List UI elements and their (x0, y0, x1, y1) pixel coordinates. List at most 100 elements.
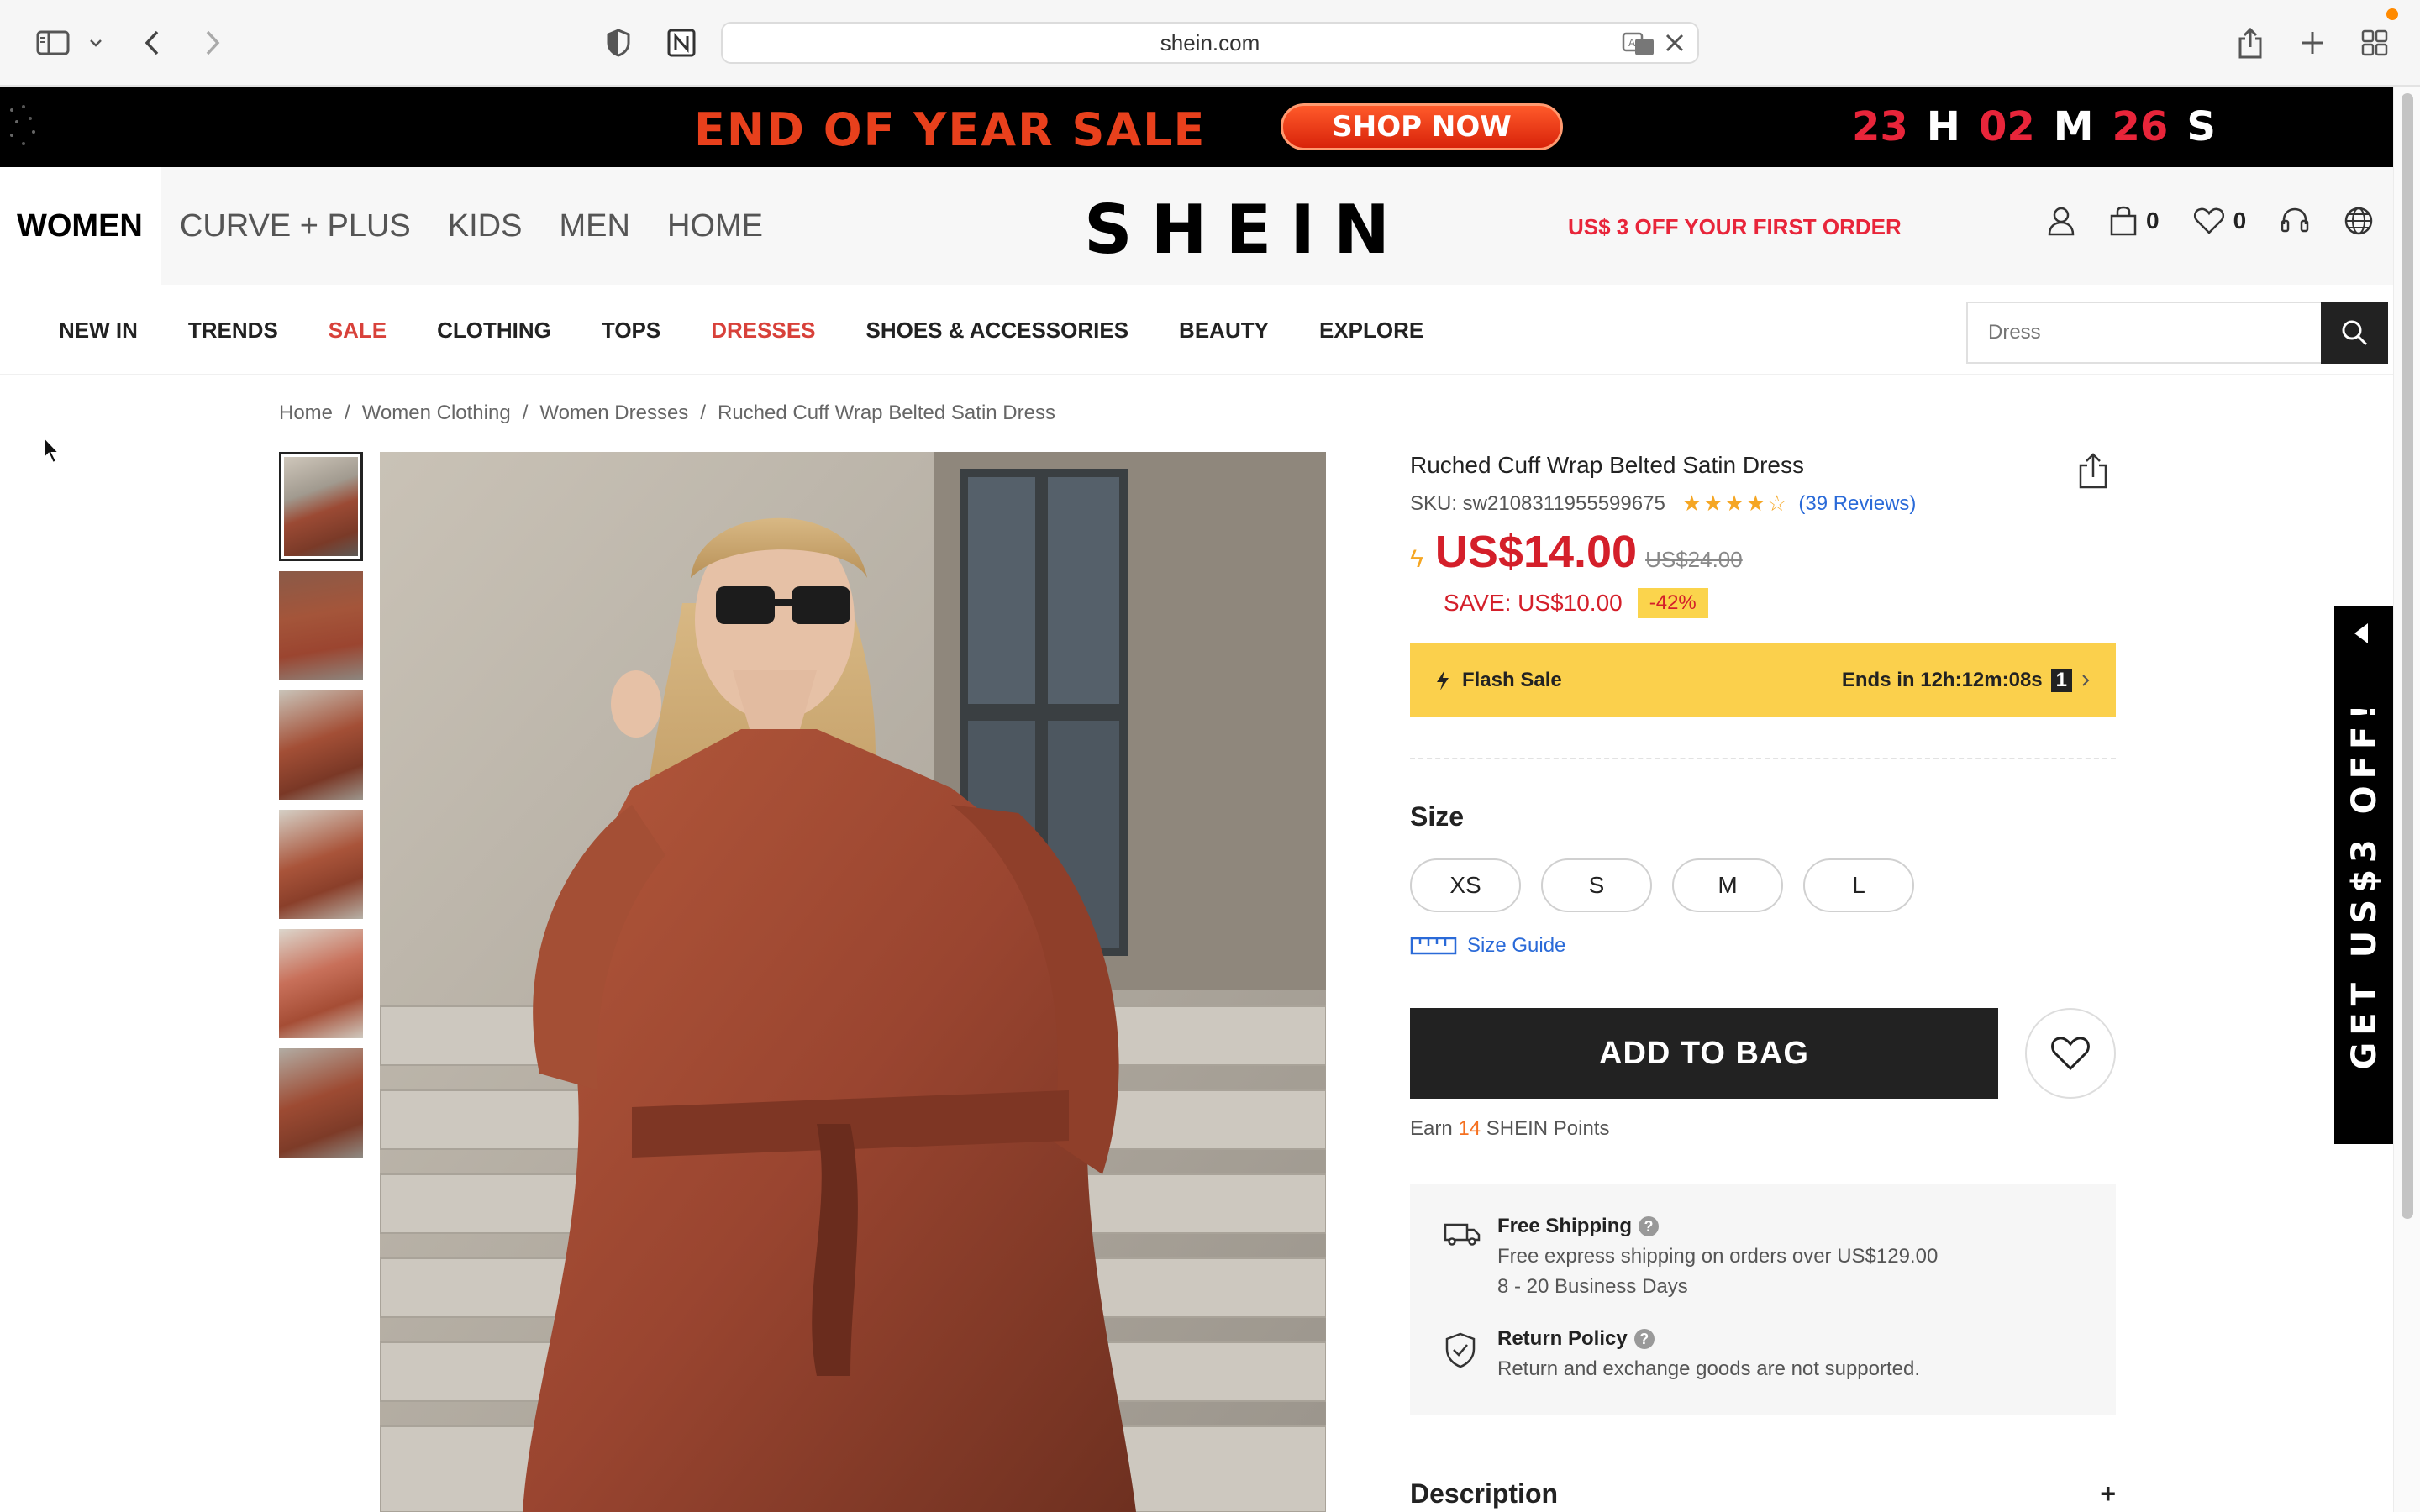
notification-dot (2386, 8, 2398, 20)
size-m-button[interactable]: M (1672, 858, 1783, 912)
countdown-hours-unit: H (1926, 103, 1960, 150)
first-order-offer[interactable]: US$ 3 OFF YOUR FIRST ORDER (1568, 214, 1902, 240)
tab-home[interactable]: HOME (649, 167, 781, 285)
svg-text:A: A (1628, 37, 1636, 49)
free-shipping-title-row: Free Shipping ? (1497, 1215, 1938, 1238)
sku-row: SKU: sw2108311955599675 ★ ★ ★ ★ ☆ (39 Re… (1410, 491, 2116, 517)
nav-clothing[interactable]: CLOTHING (437, 318, 551, 344)
add-to-bag-button[interactable]: ADD TO BAG (1410, 1008, 1998, 1099)
bag-button[interactable]: 0 (2109, 206, 2160, 236)
thumbnail-1[interactable] (279, 452, 363, 561)
points-suffix: SHEIN Points (1486, 1117, 1610, 1140)
chevron-down-icon[interactable] (86, 24, 106, 62)
nav-trends[interactable]: TRENDS (188, 318, 278, 344)
promo-banner[interactable]: END OF YEAR SALE SHOP NOW 23 H 02 M 26 S (0, 87, 2393, 167)
countdown-minutes-unit: M (2053, 103, 2094, 150)
thumbnail-4[interactable] (279, 810, 363, 919)
size-guide-link[interactable]: Size Guide (1410, 934, 1565, 958)
size-xs-button[interactable]: XS (1410, 858, 1521, 912)
header-icons: 0 0 (2047, 206, 2407, 236)
help-icon[interactable]: ? (1639, 1216, 1660, 1236)
discount-badge: -42% (1637, 588, 1708, 618)
breadcrumb-women-dresses[interactable]: Women Dresses (539, 402, 688, 425)
search-button[interactable] (2321, 302, 2388, 364)
notion-icon[interactable] (664, 24, 699, 62)
flash-sale-count: 1 (2050, 669, 2072, 692)
original-price: US$24.00 (1645, 547, 1743, 572)
tab-kids[interactable]: KIDS (429, 167, 541, 285)
nav-explore[interactable]: EXPLORE (1319, 318, 1423, 344)
breadcrumb-separator: / (522, 402, 529, 424)
url-field[interactable]: shein.com A (721, 22, 1699, 64)
product-main-image[interactable] (380, 452, 1326, 1512)
shield-check-icon (1444, 1332, 1481, 1381)
size-guide-label: Size Guide (1467, 934, 1566, 957)
countdown-seconds: 26 (2112, 103, 2169, 150)
nav-beauty[interactable]: BEAUTY (1179, 318, 1269, 344)
thumbnail-2[interactable] (279, 571, 363, 680)
star-icon: ★ (1745, 491, 1766, 516)
scroll-thumb[interactable] (2402, 93, 2413, 1219)
breadcrumb-separator: / (700, 402, 706, 424)
support-button[interactable] (2280, 206, 2310, 236)
points-info: Earn 14 SHEIN Points (1410, 1117, 1609, 1141)
wishlist-count: 0 (2233, 207, 2247, 234)
product-info: Ruched Cuff Wrap Belted Satin Dress SKU:… (1410, 452, 2116, 1509)
close-icon[interactable] (1664, 32, 1686, 60)
ruler-icon (1410, 937, 1457, 955)
side-promo-tab[interactable]: GET US$3 OFF! (2334, 606, 2395, 1144)
thumbnail-3[interactable] (279, 690, 363, 800)
breadcrumb-women-clothing[interactable]: Women Clothing (362, 402, 511, 425)
back-icon[interactable] (139, 24, 165, 62)
globe-icon (2344, 207, 2373, 235)
current-price: US$14.00 (1434, 527, 1638, 577)
description-toggle[interactable]: Description + (1410, 1478, 2116, 1509)
thumbnail-6[interactable] (279, 1048, 363, 1158)
tab-curve-plus[interactable]: CURVE + PLUS (161, 167, 429, 285)
forward-icon[interactable] (200, 24, 225, 62)
reviews-link[interactable]: (39 Reviews) (1798, 492, 1916, 516)
search-box (1966, 302, 2388, 364)
save-amount: SAVE: US$10.00 (1444, 590, 1623, 616)
description-title: Description (1410, 1478, 1559, 1509)
tab-women[interactable]: WOMEN (0, 167, 161, 285)
shein-logo[interactable]: SHEIN (1084, 191, 1408, 269)
thumbnail-5[interactable] (279, 929, 363, 1038)
language-button[interactable] (2344, 206, 2374, 236)
shield-icon[interactable] (602, 24, 635, 62)
thumbnail-list (279, 452, 363, 1168)
size-s-button[interactable]: S (1541, 858, 1652, 912)
search-input[interactable] (1968, 303, 2317, 362)
plus-icon[interactable] (2299, 24, 2326, 62)
page-scrollbar[interactable] (2393, 87, 2420, 1512)
star-icon: ★ (1724, 491, 1744, 516)
countdown-seconds-unit: S (2186, 103, 2216, 150)
shop-now-button[interactable]: SHOP NOW (1281, 103, 1563, 150)
return-policy-title: Return Policy (1497, 1327, 1628, 1350)
share-product-button[interactable] (2077, 452, 2109, 493)
size-l-button[interactable]: L (1803, 858, 1914, 912)
wishlist-button[interactable]: 0 (2193, 207, 2247, 235)
breadcrumb-home[interactable]: Home (279, 402, 333, 425)
tabs-grid-icon[interactable] (2360, 24, 2390, 62)
sidebar-icon[interactable] (34, 24, 72, 62)
return-policy-item: Return Policy ? Return and exchange good… (1444, 1327, 1920, 1381)
translate-icon[interactable]: A (1622, 32, 1655, 63)
tab-men[interactable]: MEN (540, 167, 648, 285)
nav-tops[interactable]: TOPS (602, 318, 660, 344)
help-icon[interactable]: ? (1634, 1329, 1655, 1349)
nav-new-in[interactable]: NEW IN (59, 318, 138, 344)
rating-stars: ★ ★ ★ ★ ☆ (1682, 491, 1787, 517)
nav-sale[interactable]: SALE (329, 318, 387, 344)
breadcrumb-separator: / (345, 402, 350, 424)
nav-dresses[interactable]: DRESSES (711, 318, 815, 344)
flash-sale-bar[interactable]: Flash Sale Ends in 12h:12m:08s 1 (1410, 643, 2116, 717)
add-to-wishlist-button[interactable] (2025, 1008, 2116, 1099)
sub-navigation: NEW IN TRENDS SALE CLOTHING TOPS DRESSES… (0, 285, 2393, 375)
lightning-icon (1437, 670, 1449, 690)
nav-shoes-accessories[interactable]: SHOES & ACCESSORIES (866, 318, 1129, 344)
share-icon[interactable] (2235, 24, 2265, 62)
free-shipping-item: Free Shipping ? Free express shipping on… (1444, 1215, 1938, 1299)
subnav-items: NEW IN TRENDS SALE CLOTHING TOPS DRESSES… (59, 285, 1423, 375)
account-button[interactable] (2047, 206, 2075, 236)
